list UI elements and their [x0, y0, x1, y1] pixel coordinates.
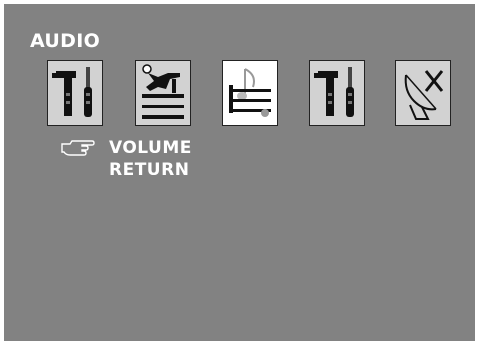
- menu-item-volume[interactable]: VOLUME: [109, 137, 192, 159]
- audio-note-icon-graphic: [229, 68, 271, 117]
- osd-screen: AUDIO: [4, 4, 475, 341]
- person-setup-icon-graphic: [142, 64, 184, 119]
- pointing-hand-icon: [61, 140, 95, 156]
- tools-icon-graphic: [52, 67, 92, 117]
- person-setup-icon[interactable]: [135, 60, 191, 126]
- tools-icon[interactable]: [47, 60, 103, 126]
- satellite-dish-off-icon-graphic: [404, 70, 444, 120]
- menu-list: VOLUME RETURN: [109, 137, 192, 181]
- satellite-dish-off-icon[interactable]: [395, 60, 451, 126]
- menu-item-return[interactable]: RETURN: [109, 159, 192, 181]
- audio-note-icon[interactable]: [222, 60, 278, 126]
- tools-icon-2-graphic: [314, 67, 354, 117]
- tools-icon-2[interactable]: [309, 60, 365, 126]
- menu-title: AUDIO: [30, 30, 101, 52]
